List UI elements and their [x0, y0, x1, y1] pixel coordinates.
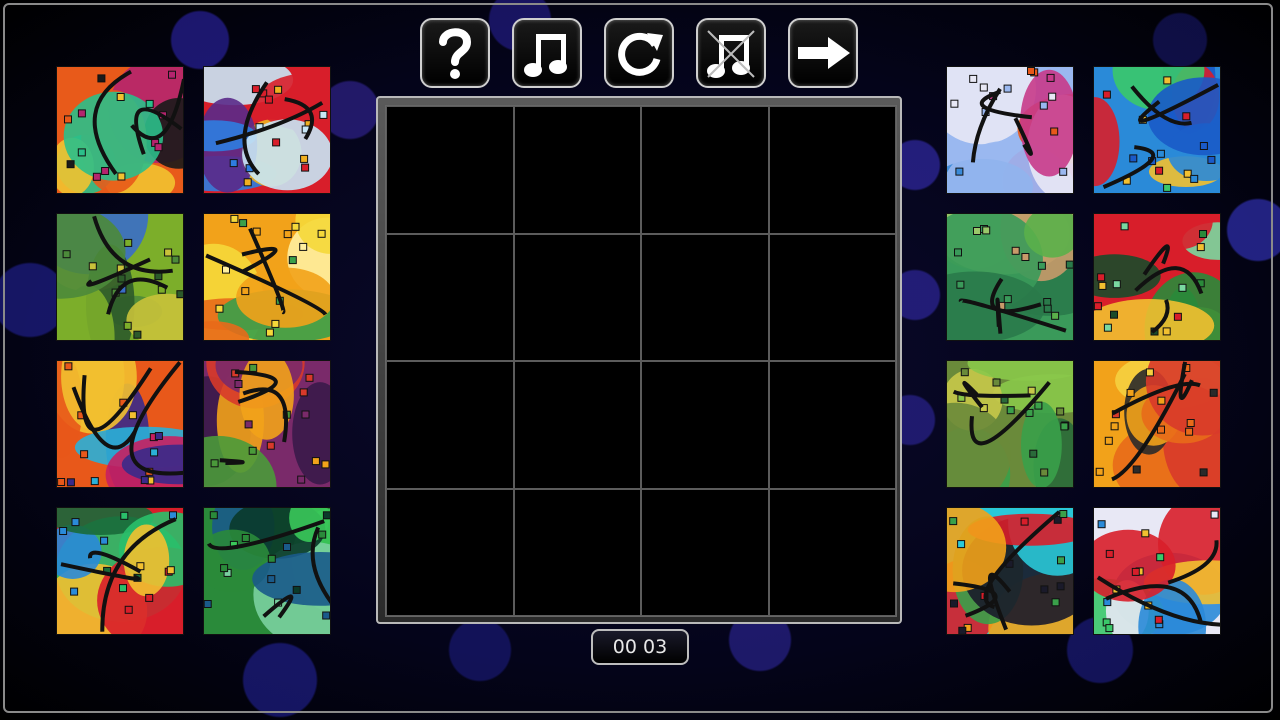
grid-cell[interactable] — [768, 106, 896, 234]
tile-right-7[interactable] — [946, 507, 1074, 635]
toolbar — [420, 18, 860, 92]
tile-left-1[interactable] — [56, 66, 184, 194]
tile-right-6[interactable] — [1093, 360, 1221, 488]
grid-cell[interactable] — [513, 488, 641, 616]
puzzle-board — [376, 96, 902, 624]
tile-right-2[interactable] — [1093, 66, 1221, 194]
grid-cell[interactable] — [768, 488, 896, 616]
grid-cell[interactable] — [386, 106, 514, 234]
grid-cell[interactable] — [768, 361, 896, 489]
timer-display: 00 03 — [591, 629, 689, 665]
grid-cell[interactable] — [386, 233, 514, 361]
right-arrow-icon — [794, 33, 852, 73]
grid-cell[interactable] — [641, 233, 769, 361]
music-note-icon — [522, 26, 572, 80]
grid-cell[interactable] — [386, 361, 514, 489]
tile-right-4[interactable] — [1093, 213, 1221, 341]
restart-button[interactable] — [604, 18, 674, 88]
puzzle-grid — [385, 105, 897, 617]
tile-right-1[interactable] — [946, 66, 1074, 194]
tile-left-7[interactable] — [56, 507, 184, 635]
tile-left-6[interactable] — [203, 360, 331, 488]
music-note-crossed-icon — [704, 25, 758, 81]
question-mark-icon — [431, 24, 479, 82]
grid-cell[interactable] — [641, 106, 769, 234]
help-button[interactable] — [420, 18, 490, 88]
grid-cell[interactable] — [513, 233, 641, 361]
tile-left-3[interactable] — [56, 213, 184, 341]
tile-left-2[interactable] — [203, 66, 331, 194]
grid-cell[interactable] — [513, 361, 641, 489]
tile-left-8[interactable] — [203, 507, 331, 635]
tile-left-4[interactable] — [203, 213, 331, 341]
music-on-button[interactable] — [512, 18, 582, 88]
grid-cell[interactable] — [641, 361, 769, 489]
game-screen: 00 03 — [0, 0, 1280, 720]
tile-right-5[interactable] — [946, 360, 1074, 488]
grid-cell[interactable] — [513, 106, 641, 234]
grid-cell[interactable] — [768, 233, 896, 361]
grid-cell[interactable] — [641, 488, 769, 616]
grid-cell[interactable] — [386, 488, 514, 616]
music-off-button[interactable] — [696, 18, 766, 88]
tile-left-5[interactable] — [56, 360, 184, 488]
next-button[interactable] — [788, 18, 858, 88]
refresh-icon — [611, 25, 667, 81]
tile-right-3[interactable] — [946, 213, 1074, 341]
tile-right-8[interactable] — [1093, 507, 1221, 635]
